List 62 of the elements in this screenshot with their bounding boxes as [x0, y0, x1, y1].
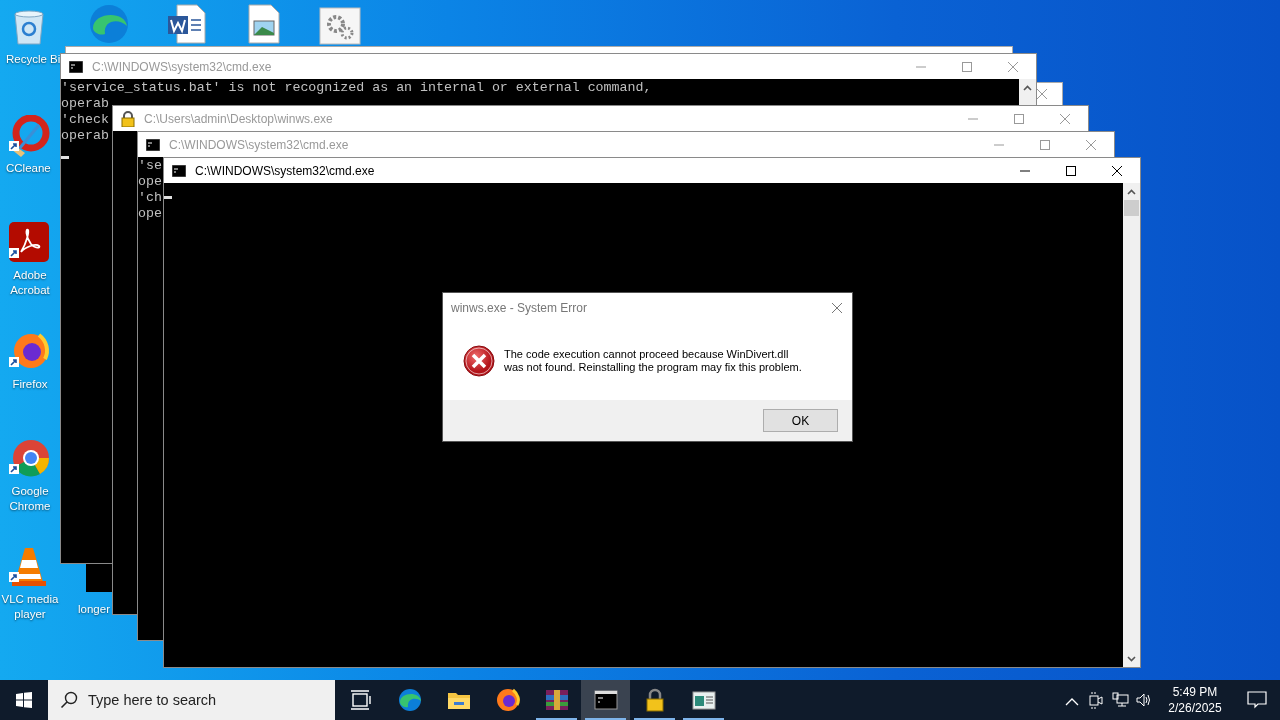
search-icon: [60, 691, 78, 709]
window-title: C:\WINDOWS\system32\cmd.exe: [195, 163, 376, 178]
close-icon: [1085, 138, 1097, 151]
document-logo-icon: [9, 222, 51, 264]
console-line: operab: [61, 96, 109, 112]
close-icon: [1007, 60, 1019, 73]
icon-label: Firefox: [12, 377, 48, 392]
fox-globe-icon: [495, 688, 520, 712]
terminal-icon: [593, 688, 618, 712]
console-line: ope: [138, 206, 162, 222]
ok-button[interactable]: OK: [763, 409, 838, 432]
scroll-thumb[interactable]: [1124, 200, 1139, 216]
browser-wave-icon: [397, 688, 422, 712]
padlock-icon: [121, 110, 135, 127]
stacked-books-icon: [544, 688, 569, 712]
app-window-icon: [691, 688, 716, 712]
clock-time: 5:49 PM: [1172, 684, 1218, 700]
task-view-icon: [348, 688, 373, 712]
maximize-icon: [961, 60, 973, 73]
desktop-icon[interactable]: VLC media player: [0, 546, 60, 622]
desktop-icon[interactable]: Firefox: [0, 331, 60, 392]
scrollbar[interactable]: [1123, 183, 1140, 667]
browser-wave-icon: [89, 4, 131, 46]
maximize-icon: [1013, 112, 1025, 125]
icon-label: Adobe Acrobat: [9, 268, 51, 298]
maximize-icon: [1065, 164, 1077, 177]
dialog-title: winws.exe - System Error: [451, 300, 589, 315]
taskbar-button[interactable]: [581, 680, 630, 720]
icon-label: Google Chrome: [8, 484, 52, 514]
window-title: C:\WINDOWS\system32\cmd.exe: [92, 59, 273, 74]
four-panes-logo-icon: [16, 692, 32, 708]
clock[interactable]: 5:49 PM 2/26/2025: [1160, 680, 1230, 720]
window-title: C:\Users\admin\Desktop\winws.exe: [144, 111, 334, 126]
desktop-icon[interactable]: Recycle Bi: [0, 6, 60, 67]
console-line: ope: [138, 174, 162, 190]
console-line: 'ch: [138, 190, 162, 206]
console-line: 'check: [61, 112, 109, 128]
desktop-icon[interactable]: Adobe Acrobat: [0, 222, 60, 298]
maximize-icon: [1039, 138, 1051, 151]
terminal-icon: [172, 162, 186, 179]
icon-label: Recycle Bi: [6, 52, 61, 67]
desktop-icon[interactable]: longer: [78, 602, 110, 617]
close-icon: [1059, 112, 1071, 125]
error-icon: [463, 345, 495, 377]
console-line: operab: [61, 128, 109, 144]
clock-date: 2/26/2025: [1168, 700, 1222, 716]
close-icon[interactable]: [1036, 88, 1048, 100]
broom-icon: [9, 115, 51, 157]
terminal-icon: [69, 58, 83, 75]
terminal-icon: [146, 136, 160, 153]
window-title: C:\WINDOWS\system32\cmd.exe: [169, 137, 350, 152]
icon-label: CCleane: [6, 161, 51, 176]
close-icon: [831, 301, 843, 314]
console-line: 'se: [138, 158, 162, 174]
desktop-icon[interactable]: Google Chrome: [0, 438, 60, 514]
search-field[interactable]: Type here to search: [48, 680, 335, 720]
icon-label: VLC media player: [0, 592, 60, 622]
close-icon: [1111, 164, 1123, 177]
console-line: 'service_status.bat' is not recognized as an internal or external command,: [61, 80, 652, 96]
desktop-icon[interactable]: CCleane: [0, 115, 60, 176]
error-message: The code execution cannot proceed because WinDivert.dll was not found. Reinstalling the program may fix this problem.: [504, 348, 802, 374]
word-document-icon: [167, 4, 209, 46]
